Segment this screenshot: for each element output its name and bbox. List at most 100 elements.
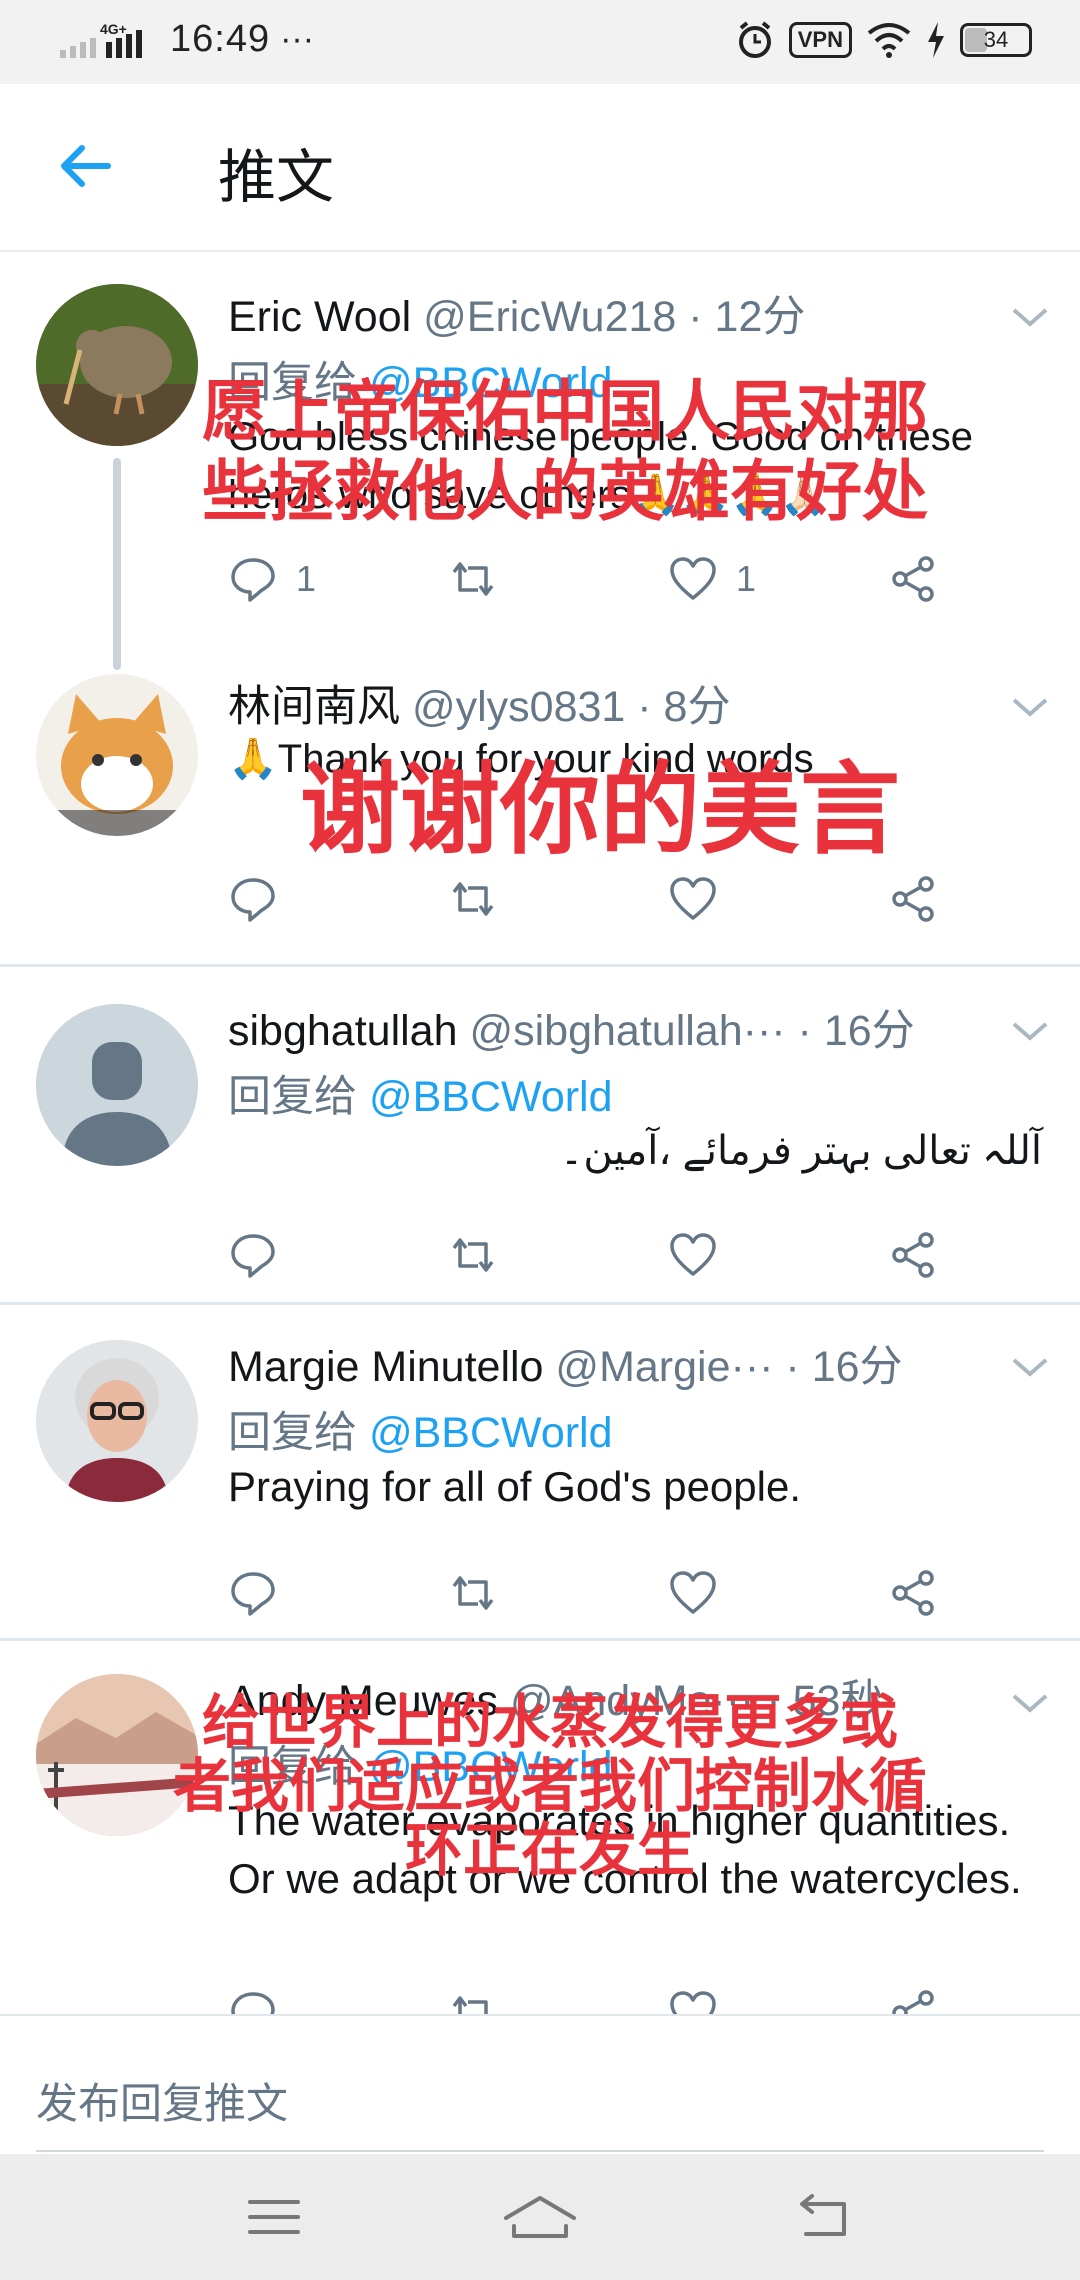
reply-mention[interactable]: @BBCWorld: [369, 1409, 613, 1457]
reply-button[interactable]: 1: [228, 554, 316, 604]
user-handle[interactable]: @ylys0831: [412, 683, 625, 731]
tweet-time: · 16分: [785, 1343, 903, 1391]
tweet-header: sibghatullah @sibghatullah··· · 16分: [228, 996, 915, 1058]
retweet-button[interactable]: [448, 1568, 498, 1618]
like-button[interactable]: 1: [668, 554, 756, 604]
share-button[interactable]: [888, 1568, 938, 1618]
reply-icon: [231, 1234, 275, 1278]
like-count: 1: [736, 558, 757, 599]
tweet-actions: [228, 1988, 988, 2014]
reply-input[interactable]: 发布回复推文: [36, 2056, 1044, 2152]
alarm-icon: [738, 21, 771, 58]
clock: 16:49: [170, 18, 271, 60]
tweet-item[interactable]: Margie Minutello @Margie··· · 16分 回复给 @B…: [0, 1306, 1080, 1640]
system-nav-bar: [0, 2154, 1080, 2280]
vpn-icon: VPN: [788, 22, 852, 58]
chevron-down-icon[interactable]: [1010, 1018, 1050, 1044]
default-user-avatar-image: [36, 1004, 198, 1166]
tweet-actions: [228, 1230, 988, 1290]
share-button[interactable]: [888, 554, 938, 604]
reply-button[interactable]: [228, 1568, 278, 1618]
app-header: 推文: [0, 84, 1080, 252]
reply-button[interactable]: [228, 874, 278, 924]
translation-overlay-2: 谢谢你的美言: [240, 750, 960, 870]
translation-overlay-1: 愿上帝保佑中国人民对那 些拯救他人的英雄有好处: [150, 372, 980, 532]
tweet-item[interactable]: sibghatullah @sibghatullah··· · 16分 回复给 …: [0, 968, 1080, 1304]
avatar[interactable]: [36, 674, 198, 836]
retweet-button[interactable]: [448, 874, 498, 924]
share-icon: [892, 556, 934, 602]
like-button[interactable]: [668, 1230, 718, 1280]
retweet-icon: [452, 882, 494, 916]
signal-icon: 4G+: [60, 21, 142, 58]
chevron-down-icon[interactable]: [1010, 694, 1050, 720]
battery-level: 34: [983, 27, 1009, 52]
tweet-time: · 8分: [637, 683, 731, 731]
tweet-text: آللہ تعالی بہتر فرمائے ،آمین۔: [559, 1129, 1042, 1173]
retweet-button[interactable]: [448, 554, 498, 604]
network-type: 4G+: [100, 21, 127, 37]
share-icon: [892, 1990, 934, 2014]
tweet-header: 林间南风 @ylys0831 · 8分: [228, 672, 730, 734]
user-handle[interactable]: @Margie···: [555, 1343, 773, 1391]
user-name[interactable]: Margie Minutello: [228, 1343, 543, 1391]
share-icon: [892, 876, 934, 922]
avatar[interactable]: [36, 1004, 198, 1166]
overlay-line: 谢谢你的美言: [300, 751, 900, 868]
user-name[interactable]: sibghatullah: [228, 1007, 458, 1055]
share-icon: [892, 1570, 934, 1616]
user-name[interactable]: 林间南风: [228, 683, 400, 731]
tweet-actions: 1 1: [228, 554, 988, 614]
like-button[interactable]: [668, 874, 718, 924]
heart-icon: [670, 1571, 716, 1614]
user-handle[interactable]: @EricWu218: [423, 293, 676, 341]
reply-button[interactable]: [228, 1230, 278, 1280]
overlay-line: 给世界上的水蒸发得更多或: [201, 1688, 898, 1756]
share-icon: [892, 1232, 934, 1278]
share-button[interactable]: [888, 874, 938, 924]
status-bar: 4G+ 16:49 ··· VPN 34: [0, 0, 1080, 84]
chevron-down-icon[interactable]: [1010, 1354, 1050, 1380]
reply-icon: [231, 1572, 275, 1616]
retweet-icon: [452, 1238, 494, 1272]
avatar[interactable]: [36, 1340, 198, 1502]
reply-button[interactable]: [228, 1988, 278, 2014]
heart-icon: [670, 1991, 716, 2014]
heart-icon: [670, 877, 716, 920]
share-button[interactable]: [888, 1988, 938, 2014]
like-button[interactable]: [668, 1988, 718, 2014]
reply-context: 回复给 @BBCWorld: [228, 1398, 613, 1460]
tweet-header: Eric Wool @EricWu218 · 12分: [228, 282, 805, 344]
tweet-text: Praying for all of God's people.: [228, 1463, 802, 1510]
overlay-line: 愿上帝保佑中国人民对那: [202, 373, 928, 450]
retweet-icon: [452, 1996, 488, 2014]
home-icon[interactable]: [500, 2190, 580, 2244]
reply-context: 回复给 @BBCWorld: [228, 1062, 613, 1124]
back-nav-icon[interactable]: [792, 2190, 852, 2244]
menu-icon[interactable]: [244, 2190, 304, 2244]
reply-icon: [231, 878, 275, 922]
heart-icon: [670, 557, 716, 600]
charging-icon: [928, 22, 944, 58]
reply-mention[interactable]: @BBCWorld: [369, 1073, 613, 1121]
cat-avatar-image: [36, 674, 198, 836]
chevron-down-icon[interactable]: [1010, 304, 1050, 330]
tweet-time: · 12分: [688, 293, 806, 341]
like-button[interactable]: [668, 1568, 718, 1618]
divider: [0, 1638, 1080, 1641]
retweet-icon: [452, 562, 494, 596]
back-arrow-icon[interactable]: [56, 136, 116, 196]
reply-prefix: 回复给: [228, 1409, 357, 1457]
user-name[interactable]: Eric Wool: [228, 293, 411, 341]
reply-icon: [231, 1992, 275, 2014]
share-button[interactable]: [888, 1230, 938, 1280]
user-handle[interactable]: @sibghatullah···: [469, 1007, 785, 1055]
divider: [0, 1302, 1080, 1305]
retweet-button[interactable]: [448, 1230, 498, 1280]
retweet-button[interactable]: [448, 1988, 498, 2014]
translation-overlay-3: 给世界上的水蒸发得更多或 者我们适应或者我们控制水循 环正在发生: [120, 1690, 980, 1882]
chevron-down-icon[interactable]: [1010, 1690, 1050, 1716]
heart-icon: [670, 1233, 716, 1276]
reply-icon: [231, 558, 275, 602]
wifi-icon: [867, 23, 911, 58]
